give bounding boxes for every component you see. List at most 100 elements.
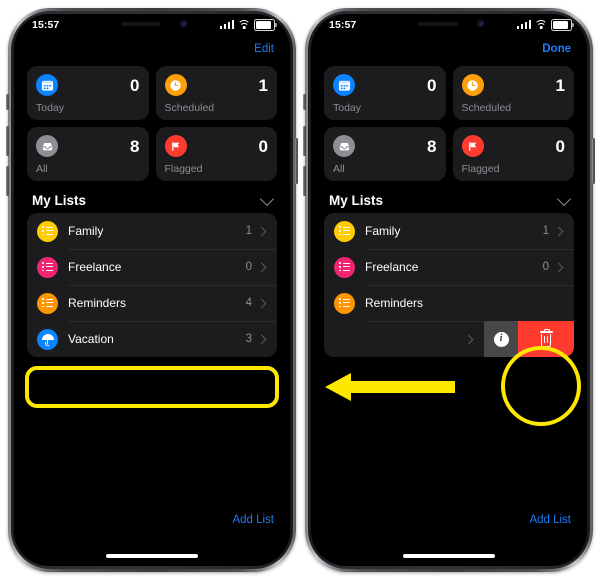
phone-screen-right: 15:57 Done 0 Today 1 Scheduled 8 All 0 F… <box>311 14 587 566</box>
section-title: My Lists <box>329 193 384 208</box>
section-title: My Lists <box>32 193 87 208</box>
done-button[interactable]: Done <box>542 43 571 55</box>
status-time: 15:57 <box>32 19 60 31</box>
smart-list-count: 0 <box>130 75 140 95</box>
delete-button[interactable] <box>518 321 574 357</box>
list-row-count: 3 <box>245 333 252 345</box>
smart-list-label: All <box>333 163 345 175</box>
list-row-reminders[interactable]: Reminders <box>324 285 574 321</box>
list-row-label: Family <box>365 224 401 238</box>
list-row-freelance[interactable]: Freelance 0 <box>27 249 277 285</box>
volume-down-button[interactable] <box>6 166 9 196</box>
cellular-signal-icon <box>516 20 531 30</box>
smart-list-label: Today <box>333 102 362 114</box>
home-indicator[interactable] <box>106 554 198 558</box>
smart-list-count: 8 <box>427 136 437 156</box>
tray-icon <box>333 135 355 157</box>
smart-list-card-all[interactable]: 8 All <box>27 127 149 181</box>
list-row-family[interactable]: Family 1 <box>324 213 574 249</box>
smart-list-label: Flagged <box>461 163 500 175</box>
list-row-label: Freelance <box>365 260 419 274</box>
list-icon <box>334 292 355 314</box>
front-camera-icon <box>180 20 187 27</box>
smart-lists-grid-right: 0 Today 1 Scheduled 8 All 0 Flagged <box>311 66 587 181</box>
smart-list-count: 8 <box>130 136 140 156</box>
smart-list-label: Scheduled <box>164 102 215 114</box>
chevron-right-icon <box>256 262 267 272</box>
home-indicator[interactable] <box>403 554 495 558</box>
list-row-family[interactable]: Family 1 <box>27 213 277 249</box>
status-time: 15:57 <box>329 19 357 31</box>
list-row-count: 0 <box>245 261 252 273</box>
volume-up-button[interactable] <box>303 126 306 156</box>
nav-bar-right: Done <box>311 36 587 66</box>
silent-switch[interactable] <box>6 94 9 110</box>
edit-button[interactable]: Edit <box>254 43 274 55</box>
list-row-vacation[interactable]: Vacation 3 <box>27 321 277 357</box>
battery-icon <box>551 19 574 31</box>
card-top: 0 <box>461 135 565 157</box>
battery-icon <box>254 19 277 31</box>
list-icon <box>334 256 355 278</box>
smart-list-card-scheduled[interactable]: 1 Scheduled <box>155 66 277 120</box>
list-row-swiped-vacation[interactable]: 3 i <box>324 321 574 357</box>
silent-switch[interactable] <box>303 94 306 110</box>
smart-lists-grid-left: 0 Today 1 Scheduled 8 All 0 Flagged <box>14 66 290 181</box>
tray-icon <box>36 135 58 157</box>
add-list-button[interactable]: Add List <box>529 514 571 526</box>
chevron-right-icon <box>463 334 474 344</box>
app-content-left: 0 Today 1 Scheduled 8 All 0 Flagged My L… <box>14 66 290 566</box>
info-button[interactable]: i <box>484 321 518 357</box>
smart-list-count: 0 <box>427 75 437 95</box>
calendar-icon <box>333 74 355 96</box>
list-row-count: 4 <box>245 297 252 309</box>
smart-list-card-flagged[interactable]: 0 Flagged <box>155 127 277 181</box>
list-icon <box>37 256 58 278</box>
user-lists-container-right: Family 1 Freelance 0 Reminders i <box>324 213 574 357</box>
smart-list-card-all[interactable]: 8 All <box>324 127 446 181</box>
list-row-label: Freelance <box>68 260 122 274</box>
smart-list-card-today[interactable]: 0 Today <box>27 66 149 120</box>
smart-list-label: Scheduled <box>461 102 512 114</box>
app-content-right: 0 Today 1 Scheduled 8 All 0 Flagged My L… <box>311 66 587 566</box>
chevron-down-icon[interactable] <box>556 191 572 206</box>
user-lists-container-left: Family 1 Freelance 0 Reminders 4 Vacatio… <box>27 213 277 357</box>
list-row-count: 1 <box>245 225 252 237</box>
volume-up-button[interactable] <box>6 126 9 156</box>
add-list-button[interactable]: Add List <box>232 514 274 526</box>
phone-left: 15:57 Edit 0 Today 1 Scheduled 8 All 0 F… <box>6 8 298 572</box>
clock-icon <box>164 74 187 96</box>
smart-list-label: Flagged <box>164 163 203 175</box>
smart-list-label: Today <box>36 102 65 114</box>
card-top: 1 <box>461 74 565 96</box>
power-button[interactable] <box>592 138 595 184</box>
card-top: 1 <box>164 74 268 96</box>
card-top: 0 <box>333 74 437 96</box>
volume-down-button[interactable] <box>303 166 306 196</box>
phone-screen-left: 15:57 Edit 0 Today 1 Scheduled 8 All 0 F… <box>14 14 290 566</box>
smart-list-card-scheduled[interactable]: 1 Scheduled <box>452 66 574 120</box>
phone-right: 15:57 Done 0 Today 1 Scheduled 8 All 0 F… <box>303 8 595 572</box>
card-top: 0 <box>164 135 268 157</box>
smart-list-card-today[interactable]: 0 Today <box>324 66 446 120</box>
my-lists-header-left[interactable]: My Lists <box>14 181 290 213</box>
screenshot-stage: 15:57 Edit 0 Today 1 Scheduled 8 All 0 F… <box>0 0 600 579</box>
list-row-reminders[interactable]: Reminders 4 <box>27 285 277 321</box>
cellular-signal-icon <box>219 20 234 30</box>
smart-list-card-flagged[interactable]: 0 Flagged <box>452 127 574 181</box>
card-top: 8 <box>333 135 437 157</box>
list-row-count: 1 <box>542 225 549 237</box>
power-button[interactable] <box>295 138 298 184</box>
list-icon <box>37 220 58 242</box>
list-row-label: Reminders <box>68 296 127 310</box>
chevron-right-icon <box>256 298 267 308</box>
flag-icon <box>461 135 484 157</box>
flag-icon <box>164 135 187 157</box>
list-row-freelance[interactable]: Freelance 0 <box>324 249 574 285</box>
wifi-icon <box>237 20 251 29</box>
card-top: 0 <box>36 74 140 96</box>
my-lists-header-right[interactable]: My Lists <box>311 181 587 213</box>
earpiece-speaker-icon <box>418 22 458 26</box>
chevron-down-icon[interactable] <box>259 191 275 206</box>
calendar-icon <box>36 74 58 96</box>
